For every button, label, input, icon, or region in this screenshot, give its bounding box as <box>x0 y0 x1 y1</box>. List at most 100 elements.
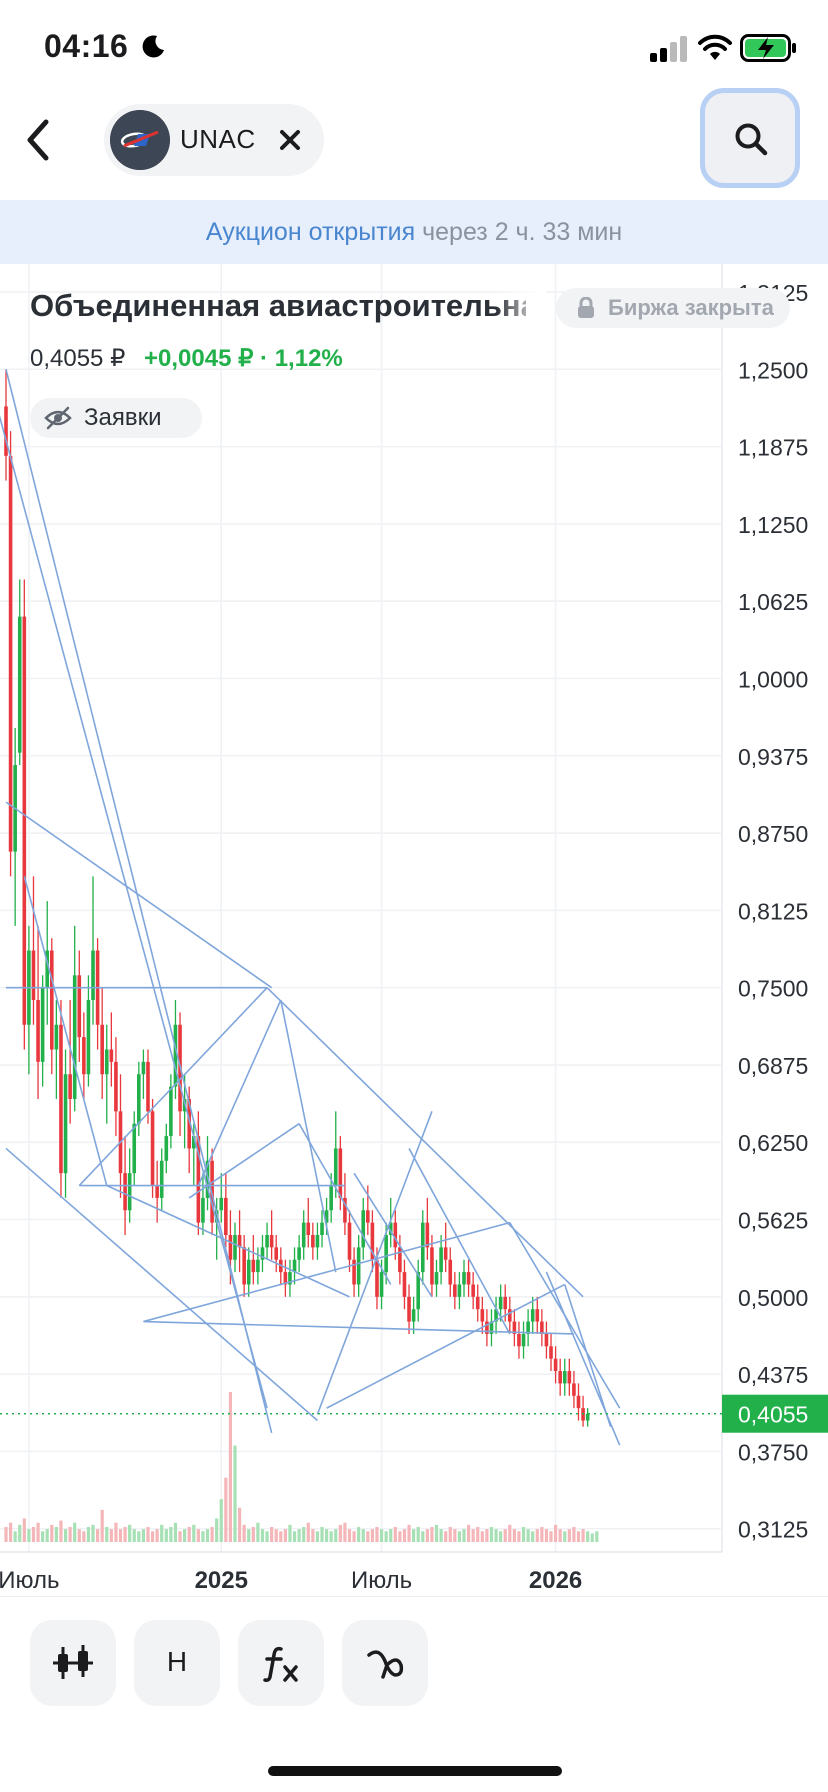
volume-bar <box>86 1527 91 1542</box>
candle-body <box>480 1309 485 1322</box>
candle-body <box>379 1272 384 1297</box>
volume-bar <box>251 1527 255 1542</box>
volume-bar <box>183 1529 187 1542</box>
candle-body <box>443 1247 448 1260</box>
back-button[interactable] <box>18 112 58 168</box>
candle-body <box>420 1222 425 1273</box>
price-change: +0,0045 ₽ · 1,12% <box>144 345 343 372</box>
volume-bar <box>526 1529 530 1542</box>
price-summary: 0,4055 ₽ +0,0045 ₽ · 1,12% <box>30 344 343 373</box>
candle-body <box>54 1024 59 1050</box>
volume-bar <box>77 1529 81 1542</box>
candle-body <box>109 1049 114 1062</box>
auction-banner: Аукцион открытия через 2 ч. 33 мин <box>0 200 828 264</box>
candle-body <box>155 1185 159 1198</box>
function-icon <box>263 1646 298 1682</box>
candle-body <box>338 1148 343 1198</box>
volume-bar <box>471 1529 475 1542</box>
candle-body <box>228 1235 233 1260</box>
close-icon[interactable] <box>274 124 306 156</box>
volume-bar <box>128 1524 132 1542</box>
candle-body <box>306 1222 311 1236</box>
candle-body <box>540 1321 544 1334</box>
candle-body <box>159 1160 164 1198</box>
x-tick-label: Июль <box>0 1567 60 1594</box>
volume-bar <box>311 1529 315 1542</box>
volume-bar <box>27 1529 31 1542</box>
orders-toggle[interactable]: Заявки <box>30 398 202 438</box>
exchange-status-badge: Биржа закрыта <box>556 288 790 328</box>
wifi-icon <box>698 34 732 60</box>
timeframe-button[interactable]: H <box>134 1620 220 1706</box>
volume-bar <box>8 1522 13 1542</box>
search-button[interactable] <box>700 88 800 188</box>
volume-bar <box>595 1531 599 1542</box>
volume-bar <box>96 1529 100 1542</box>
y-tick-label: 0,9375 <box>738 744 808 770</box>
volume-bar <box>306 1522 310 1542</box>
volume-bar <box>73 1522 77 1542</box>
volume-bar <box>173 1522 178 1542</box>
volume-bar <box>320 1527 324 1542</box>
title-fade <box>496 284 546 330</box>
volume-bar <box>421 1531 425 1542</box>
candle-body <box>141 1061 146 1075</box>
candle-body <box>333 1148 338 1186</box>
candle-body <box>77 975 82 1038</box>
candle-body <box>132 1123 137 1174</box>
volume-bar <box>41 1531 45 1542</box>
volume-bar <box>146 1527 150 1542</box>
candle-body <box>430 1247 434 1285</box>
candle-body <box>8 455 13 852</box>
candle-body <box>265 1235 269 1248</box>
volume-bar <box>63 1529 68 1542</box>
trendline <box>78 987 268 1187</box>
volume-bar <box>563 1531 567 1542</box>
candle-body <box>434 1272 439 1285</box>
volume-bar <box>22 1518 26 1542</box>
candle-body <box>40 987 45 1062</box>
volume-bar <box>68 1527 72 1542</box>
indicators-button[interactable] <box>238 1620 324 1706</box>
candle-body <box>137 1074 141 1124</box>
volume-bar <box>228 1392 233 1542</box>
candle-body <box>63 1074 68 1174</box>
volume-bar <box>256 1522 260 1542</box>
drawing-tools-button[interactable] <box>342 1620 428 1706</box>
volume-bar <box>45 1529 49 1542</box>
candle-body <box>521 1333 526 1347</box>
candle-body <box>297 1247 301 1260</box>
candle-body <box>146 1061 150 1112</box>
candle-body <box>242 1247 246 1285</box>
volume-bar <box>192 1524 196 1542</box>
volume-bar <box>457 1531 462 1542</box>
volume-bar <box>338 1524 342 1542</box>
candle-body <box>269 1235 274 1248</box>
candle-body <box>553 1358 558 1372</box>
volume-bar <box>283 1529 287 1542</box>
y-tick-label: 0,5625 <box>738 1208 808 1234</box>
ticker-chip[interactable]: UNAC <box>104 104 324 176</box>
candle-body <box>567 1371 572 1384</box>
volume-bar <box>279 1531 283 1542</box>
volume-bar <box>453 1529 457 1542</box>
candle-body <box>462 1272 466 1285</box>
candle-body <box>411 1309 416 1322</box>
volume-bar <box>109 1529 113 1542</box>
volume-bar <box>434 1524 439 1542</box>
volume-bar <box>352 1531 356 1542</box>
x-tick-label: Июль <box>351 1567 412 1594</box>
volume-bar <box>260 1529 265 1542</box>
candlestick-icon <box>53 1645 93 1679</box>
y-tick-label: 1,2500 <box>738 357 808 383</box>
volume-bar <box>549 1531 553 1542</box>
candle-body <box>246 1259 251 1285</box>
price-chart[interactable]: 1,31251,25001,18751,12501,06251,00000,93… <box>0 264 828 1594</box>
volume-bar <box>407 1524 411 1542</box>
chart-type-button[interactable] <box>30 1620 116 1706</box>
candle-body <box>356 1247 361 1285</box>
volume-bar <box>531 1531 535 1542</box>
y-tick-label: 1,0625 <box>738 589 808 615</box>
candle-body <box>402 1272 407 1297</box>
candle-body <box>347 1222 352 1260</box>
